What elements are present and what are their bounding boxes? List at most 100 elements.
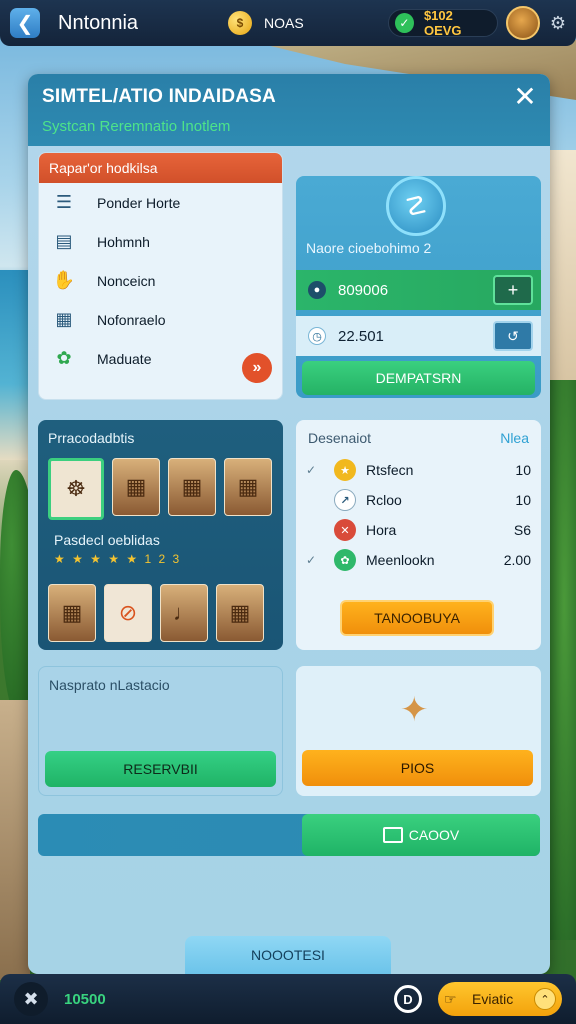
tools-icon[interactable]: ✖ bbox=[14, 982, 48, 1016]
close-button[interactable]: ✕ bbox=[510, 82, 540, 112]
list-item[interactable]: ▦ Nofonraelo bbox=[39, 300, 282, 339]
value-amount: S6 bbox=[513, 522, 531, 538]
coin-icon[interactable]: $ bbox=[228, 11, 252, 35]
add-button[interactable]: + bbox=[493, 275, 533, 305]
rating-stars: ★ ★ ★ ★ ★ 1 2 3 bbox=[54, 552, 182, 566]
no-entry-thumbnail[interactable]: ⊘ bbox=[104, 584, 152, 642]
pros-button[interactable]: PIOS bbox=[302, 750, 533, 786]
drink-icon: ☡ bbox=[386, 176, 446, 236]
options-panel: Rapar'or hodkilsa ☰ Ponder Horte ▤ Hohmn… bbox=[38, 152, 283, 400]
value-amount: 2.00 bbox=[503, 552, 531, 568]
thumbnail-row: ☸ ▦ ▦ ▦ bbox=[48, 458, 272, 520]
stats-panel: ☡ Naore cioebohimo 2 ● 809006 + ◷ 22.501… bbox=[296, 176, 541, 398]
modal-header: SIMTEL/ATIO INDAIDASA Systcan Reremnatio… bbox=[28, 74, 550, 146]
gallery-subtitle: Pasdecl oeblidas bbox=[54, 532, 160, 548]
value-amount: 10 bbox=[515, 462, 531, 478]
list-item-label: Maduate bbox=[97, 350, 152, 367]
leaf-icon: ✿ bbox=[334, 549, 356, 571]
check-icon: ✓ bbox=[394, 13, 414, 33]
values-panel: Desenaiot Nlea ✓ ★ Rtsfecn 10 ↗ Rcloo 10… bbox=[296, 420, 541, 650]
wheel-thumbnail[interactable]: ☸ bbox=[48, 458, 104, 520]
chevron-up-icon: ⌃ bbox=[534, 988, 556, 1010]
room-thumbnail[interactable]: ▦ bbox=[224, 458, 272, 516]
stat-row: ● 809006 + bbox=[296, 270, 541, 310]
event-pill-label: Eviatic bbox=[472, 991, 514, 1007]
value-amount: 10 bbox=[515, 492, 531, 508]
modal-title: SIMTEL/ATIO INDAIDASA bbox=[42, 86, 276, 107]
back-button[interactable]: ❮ bbox=[10, 8, 40, 38]
close-icon: ✕ bbox=[513, 81, 537, 112]
value-label: Meenlookn bbox=[366, 552, 435, 568]
room-thumbnail[interactable]: ▦ bbox=[168, 458, 216, 516]
coin-label: NOAS bbox=[264, 15, 304, 31]
room-thumbnail[interactable]: ▦ bbox=[48, 584, 96, 642]
check-icon: ✓ bbox=[306, 553, 317, 567]
modal-subtitle: Systcan Reremnatio Inotlem bbox=[42, 118, 231, 135]
reservation-modal: SIMTEL/ATIO INDAIDASA Systcan Reremnatio… bbox=[28, 74, 550, 974]
info-icon[interactable]: D bbox=[394, 985, 422, 1013]
list-icon: ☰ bbox=[55, 192, 73, 212]
list-item-label: Nofonraelo bbox=[97, 311, 166, 328]
values-link[interactable]: Nlea bbox=[500, 430, 529, 446]
wallet-amount: $102 OEVG bbox=[423, 8, 462, 38]
next-button[interactable]: » bbox=[242, 353, 272, 383]
ticket-icon: ✋ bbox=[52, 270, 76, 290]
value-row[interactable]: ↗ Rcloo 10 bbox=[306, 488, 531, 512]
list-item-label: Hohmnh bbox=[97, 233, 150, 250]
list-item[interactable]: ☰ Ponder Horte bbox=[39, 183, 282, 222]
compass-icon: ↗ bbox=[334, 489, 356, 511]
list-item-label: Nonceicn bbox=[97, 272, 156, 289]
cancel-icon: ✕ bbox=[334, 519, 356, 541]
room-thumbnail[interactable]: ▦ bbox=[112, 458, 160, 516]
stat-icon: ● bbox=[308, 281, 326, 299]
wallet-balance[interactable]: ✓ $102 OEVG bbox=[387, 8, 498, 38]
compass-star-icon: ✦ bbox=[400, 691, 429, 729]
gear-icon[interactable]: ⚙ bbox=[550, 13, 566, 34]
list-item-label: Ponder Horte bbox=[97, 194, 181, 211]
deck-background bbox=[0, 700, 30, 980]
resource-count: 10500 bbox=[64, 990, 106, 1008]
value-label: Rtsfecn bbox=[366, 462, 414, 478]
value-row[interactable]: ✕ Hora S6 bbox=[306, 518, 531, 542]
stat-value: 809006 bbox=[338, 281, 389, 299]
value-label: Hora bbox=[366, 522, 397, 538]
primary-action-button[interactable]: DEMPATSRN bbox=[302, 361, 535, 395]
room-thumbnail[interactable]: ▦ bbox=[216, 584, 264, 642]
catalog-button[interactable]: CAOOV bbox=[302, 814, 540, 856]
guitar-thumbnail[interactable]: ♩ bbox=[160, 584, 208, 642]
pros-panel: ✦ PIOS bbox=[296, 666, 541, 796]
reserve-button[interactable]: RESERVBII bbox=[45, 751, 276, 787]
catalog-button-label: CAOOV bbox=[408, 827, 460, 843]
gallery-title: Prracodadbtis bbox=[48, 430, 135, 446]
reserve-panel: Nasprato nLastacio RESERVBII bbox=[38, 666, 283, 796]
building-background bbox=[546, 150, 576, 400]
action-bar: CAOOV bbox=[38, 814, 540, 856]
swap-button[interactable]: ↺ bbox=[493, 321, 533, 351]
top-bar: ❮ Nntonnia $ NOAS ✓ $102 OEVG ⚙ bbox=[0, 0, 576, 46]
palm-right bbox=[546, 380, 576, 940]
value-label: Rcloo bbox=[366, 492, 402, 508]
list-item[interactable]: ▤ Hohmnh bbox=[39, 222, 282, 261]
list-item[interactable]: ✋ Nonceicn bbox=[39, 261, 282, 300]
stat-value: 22.501 bbox=[338, 327, 384, 345]
avatar[interactable] bbox=[505, 6, 540, 40]
reserve-label: Nasprato nLastacio bbox=[49, 677, 170, 693]
bottom-bar: ✖ 10500 D ☞ Eviatic ⌃ bbox=[0, 974, 576, 1024]
stat-row: ◷ 22.501 ↺ bbox=[296, 316, 541, 356]
back-icon: ❮ bbox=[16, 12, 34, 35]
event-pill[interactable]: ☞ Eviatic ⌃ bbox=[438, 982, 562, 1016]
notes-button[interactable]: NOOOTESI bbox=[185, 936, 391, 974]
chevron-right-icon: » bbox=[252, 359, 262, 376]
monitor-icon bbox=[382, 827, 403, 843]
basket-icon: ▦ bbox=[55, 309, 73, 329]
options-panel-header: Rapar'or hodkilsa bbox=[39, 153, 282, 183]
thumbnail-row: ▦ ⊘ ♩ ▦ bbox=[48, 584, 264, 642]
values-title: Desenaiot bbox=[308, 430, 372, 446]
value-row[interactable]: ✓ ★ Rtsfecn 10 bbox=[306, 458, 531, 482]
confirm-button[interactable]: TANOOBUYA bbox=[340, 600, 494, 636]
value-row[interactable]: ✓ ✿ Meenlookn 2.00 bbox=[306, 548, 531, 572]
hand-icon: ☞ bbox=[444, 990, 457, 1007]
note-icon: ▤ bbox=[55, 231, 73, 251]
star-icon: ★ bbox=[334, 459, 356, 481]
gallery-panel: Prracodadbtis ☸ ▦ ▦ ▦ Pasdecl oeblidas ★… bbox=[38, 420, 283, 650]
